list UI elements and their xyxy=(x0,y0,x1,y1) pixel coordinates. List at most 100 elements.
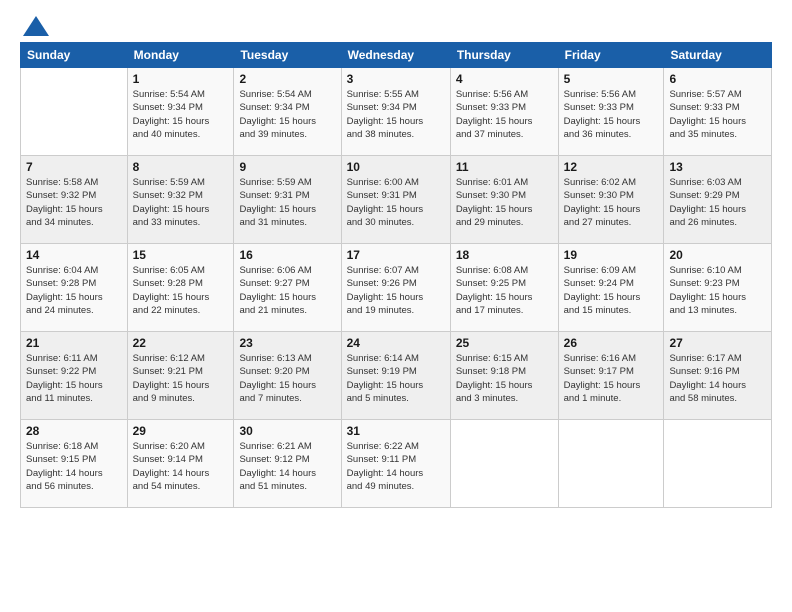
weekday-header-monday: Monday xyxy=(127,43,234,68)
day-info: Sunrise: 5:59 AM Sunset: 9:32 PM Dayligh… xyxy=(133,176,229,229)
day-number: 31 xyxy=(347,424,445,438)
week-row-4: 21 Sunrise: 6:11 AM Sunset: 9:22 PM Dayli… xyxy=(21,332,772,420)
weekday-header-tuesday: Tuesday xyxy=(234,43,341,68)
day-info: Sunrise: 6:14 AM Sunset: 9:19 PM Dayligh… xyxy=(347,352,445,405)
day-number: 2 xyxy=(239,72,335,86)
day-number: 27 xyxy=(669,336,766,350)
day-info: Sunrise: 6:05 AM Sunset: 9:28 PM Dayligh… xyxy=(133,264,229,317)
logo-icon xyxy=(23,16,49,36)
day-number: 14 xyxy=(26,248,122,262)
calendar-cell: 8 Sunrise: 5:59 AM Sunset: 9:32 PM Daylig… xyxy=(127,156,234,244)
calendar-cell: 25 Sunrise: 6:15 AM Sunset: 9:18 PM Dayli… xyxy=(450,332,558,420)
day-info: Sunrise: 6:13 AM Sunset: 9:20 PM Dayligh… xyxy=(239,352,335,405)
calendar-cell: 24 Sunrise: 6:14 AM Sunset: 9:19 PM Dayli… xyxy=(341,332,450,420)
logo xyxy=(20,18,49,32)
day-number: 30 xyxy=(239,424,335,438)
calendar-cell: 9Sunrise: 5:59 AM Sunset: 9:31 PM Daylig… xyxy=(234,156,341,244)
calendar-container: SundayMondayTuesdayWednesdayThursdayFrid… xyxy=(0,0,792,518)
day-info: Sunrise: 6:06 AM Sunset: 9:27 PM Dayligh… xyxy=(239,264,335,317)
day-number: 17 xyxy=(347,248,445,262)
day-number: 21 xyxy=(26,336,122,350)
day-number: 28 xyxy=(26,424,122,438)
header xyxy=(20,18,772,32)
calendar-cell: 29 Sunrise: 6:20 AM Sunset: 9:14 PM Dayli… xyxy=(127,420,234,508)
day-number: 3 xyxy=(347,72,445,86)
calendar-cell: 2 Sunrise: 5:54 AM Sunset: 9:34 PM Daylig… xyxy=(234,68,341,156)
calendar-table: SundayMondayTuesdayWednesdayThursdayFrid… xyxy=(20,42,772,508)
day-number: 5 xyxy=(564,72,659,86)
day-info: Sunrise: 6:00 AM Sunset: 9:31 PM Dayligh… xyxy=(347,176,445,229)
day-info: Sunrise: 6:07 AM Sunset: 9:26 PM Dayligh… xyxy=(347,264,445,317)
calendar-cell: 22Sunrise: 6:12 AM Sunset: 9:21 PM Dayli… xyxy=(127,332,234,420)
calendar-cell: 14 Sunrise: 6:04 AM Sunset: 9:28 PM Dayli… xyxy=(21,244,128,332)
day-info: Sunrise: 5:56 AM Sunset: 9:33 PM Dayligh… xyxy=(456,88,553,141)
calendar-cell: 1 Sunrise: 5:54 AM Sunset: 9:34 PM Daylig… xyxy=(127,68,234,156)
day-number: 11 xyxy=(456,160,553,174)
day-number: 13 xyxy=(669,160,766,174)
calendar-cell: 3Sunrise: 5:55 AM Sunset: 9:34 PM Daylig… xyxy=(341,68,450,156)
day-info: Sunrise: 6:22 AM Sunset: 9:11 PM Dayligh… xyxy=(347,440,445,493)
day-number: 23 xyxy=(239,336,335,350)
calendar-cell xyxy=(664,420,772,508)
week-row-5: 28 Sunrise: 6:18 AM Sunset: 9:15 PM Dayli… xyxy=(21,420,772,508)
day-info: Sunrise: 6:03 AM Sunset: 9:29 PM Dayligh… xyxy=(669,176,766,229)
day-info: Sunrise: 6:02 AM Sunset: 9:30 PM Dayligh… xyxy=(564,176,659,229)
weekday-header-sunday: Sunday xyxy=(21,43,128,68)
day-info: Sunrise: 6:16 AM Sunset: 9:17 PM Dayligh… xyxy=(564,352,659,405)
calendar-cell: 13 Sunrise: 6:03 AM Sunset: 9:29 PM Dayli… xyxy=(664,156,772,244)
calendar-cell: 6 Sunrise: 5:57 AM Sunset: 9:33 PM Daylig… xyxy=(664,68,772,156)
day-number: 10 xyxy=(347,160,445,174)
day-number: 16 xyxy=(239,248,335,262)
calendar-cell: 15 Sunrise: 6:05 AM Sunset: 9:28 PM Dayli… xyxy=(127,244,234,332)
day-info: Sunrise: 6:04 AM Sunset: 9:28 PM Dayligh… xyxy=(26,264,122,317)
day-info: Sunrise: 5:56 AM Sunset: 9:33 PM Dayligh… xyxy=(564,88,659,141)
day-number: 25 xyxy=(456,336,553,350)
calendar-cell: 17 Sunrise: 6:07 AM Sunset: 9:26 PM Dayli… xyxy=(341,244,450,332)
day-info: Sunrise: 5:54 AM Sunset: 9:34 PM Dayligh… xyxy=(133,88,229,141)
day-info: Sunrise: 6:20 AM Sunset: 9:14 PM Dayligh… xyxy=(133,440,229,493)
day-info: Sunrise: 6:01 AM Sunset: 9:30 PM Dayligh… xyxy=(456,176,553,229)
calendar-cell: 4 Sunrise: 5:56 AM Sunset: 9:33 PM Daylig… xyxy=(450,68,558,156)
weekday-header-friday: Friday xyxy=(558,43,664,68)
day-info: Sunrise: 6:08 AM Sunset: 9:25 PM Dayligh… xyxy=(456,264,553,317)
calendar-cell: 21 Sunrise: 6:11 AM Sunset: 9:22 PM Dayli… xyxy=(21,332,128,420)
day-info: Sunrise: 6:10 AM Sunset: 9:23 PM Dayligh… xyxy=(669,264,766,317)
day-info: Sunrise: 5:58 AM Sunset: 9:32 PM Dayligh… xyxy=(26,176,122,229)
day-number: 6 xyxy=(669,72,766,86)
day-number: 1 xyxy=(133,72,229,86)
calendar-cell: 20 Sunrise: 6:10 AM Sunset: 9:23 PM Dayli… xyxy=(664,244,772,332)
week-row-1: 1 Sunrise: 5:54 AM Sunset: 9:34 PM Daylig… xyxy=(21,68,772,156)
weekday-header-wednesday: Wednesday xyxy=(341,43,450,68)
day-info: Sunrise: 6:18 AM Sunset: 9:15 PM Dayligh… xyxy=(26,440,122,493)
day-number: 20 xyxy=(669,248,766,262)
day-number: 19 xyxy=(564,248,659,262)
calendar-cell: 16 Sunrise: 6:06 AM Sunset: 9:27 PM Dayli… xyxy=(234,244,341,332)
calendar-cell: 11 Sunrise: 6:01 AM Sunset: 9:30 PM Dayli… xyxy=(450,156,558,244)
weekday-header-saturday: Saturday xyxy=(664,43,772,68)
calendar-cell xyxy=(450,420,558,508)
day-info: Sunrise: 5:59 AM Sunset: 9:31 PM Dayligh… xyxy=(239,176,335,229)
day-number: 8 xyxy=(133,160,229,174)
day-info: Sunrise: 6:15 AM Sunset: 9:18 PM Dayligh… xyxy=(456,352,553,405)
day-number: 4 xyxy=(456,72,553,86)
calendar-cell: 5 Sunrise: 5:56 AM Sunset: 9:33 PM Daylig… xyxy=(558,68,664,156)
day-info: Sunrise: 6:11 AM Sunset: 9:22 PM Dayligh… xyxy=(26,352,122,405)
day-info: Sunrise: 6:17 AM Sunset: 9:16 PM Dayligh… xyxy=(669,352,766,405)
day-number: 29 xyxy=(133,424,229,438)
day-number: 15 xyxy=(133,248,229,262)
day-number: 24 xyxy=(347,336,445,350)
day-info: Sunrise: 5:54 AM Sunset: 9:34 PM Dayligh… xyxy=(239,88,335,141)
day-info: Sunrise: 5:57 AM Sunset: 9:33 PM Dayligh… xyxy=(669,88,766,141)
calendar-cell: 27 Sunrise: 6:17 AM Sunset: 9:16 PM Dayli… xyxy=(664,332,772,420)
calendar-cell: 28 Sunrise: 6:18 AM Sunset: 9:15 PM Dayli… xyxy=(21,420,128,508)
day-info: Sunrise: 6:21 AM Sunset: 9:12 PM Dayligh… xyxy=(239,440,335,493)
calendar-cell xyxy=(558,420,664,508)
calendar-cell: 7 Sunrise: 5:58 AM Sunset: 9:32 PM Daylig… xyxy=(21,156,128,244)
day-number: 7 xyxy=(26,160,122,174)
calendar-cell: 31 Sunrise: 6:22 AM Sunset: 9:11 PM Dayli… xyxy=(341,420,450,508)
calendar-cell: 23 Sunrise: 6:13 AM Sunset: 9:20 PM Dayli… xyxy=(234,332,341,420)
week-row-2: 7 Sunrise: 5:58 AM Sunset: 9:32 PM Daylig… xyxy=(21,156,772,244)
day-number: 26 xyxy=(564,336,659,350)
weekday-header-row: SundayMondayTuesdayWednesdayThursdayFrid… xyxy=(21,43,772,68)
day-info: Sunrise: 6:12 AM Sunset: 9:21 PM Dayligh… xyxy=(133,352,229,405)
